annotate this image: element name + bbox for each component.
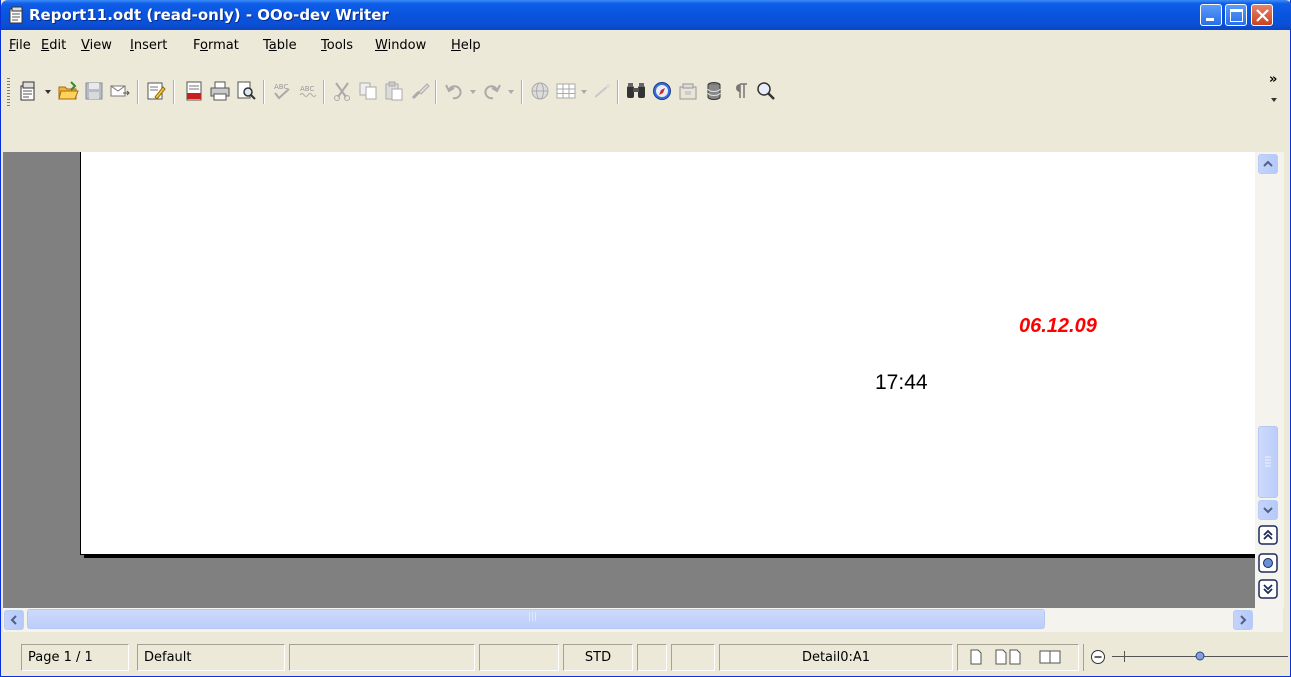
chevron-left-icon: [10, 615, 17, 625]
view-layout-group: [957, 644, 1079, 671]
draw-functions-icon[interactable]: [591, 80, 613, 102]
scroll-down-button[interactable]: [1258, 500, 1278, 520]
toolbar-overflow-arrow[interactable]: [1271, 98, 1277, 102]
single-page-view-icon[interactable]: [968, 649, 984, 665]
new-dropdown-arrow[interactable]: [45, 90, 51, 94]
status-page-style[interactable]: Default: [137, 644, 285, 671]
table-icon[interactable]: [555, 80, 577, 102]
data-sources-icon[interactable]: [703, 80, 725, 102]
status-page[interactable]: Page 1 / 1: [21, 644, 129, 671]
toolbar-separator: [263, 80, 265, 104]
toolbar-separator: [137, 80, 139, 104]
horizontal-scroll-thumb[interactable]: |||: [27, 609, 1045, 629]
chevron-down-icon: [1263, 507, 1273, 514]
writer-window: Report11.odt (read-only) - OOo-dev Write…: [0, 0, 1291, 677]
new-document-icon[interactable]: [17, 80, 39, 102]
vertical-scrollbar[interactable]: [1255, 152, 1284, 608]
page-preview-icon[interactable]: [235, 80, 257, 102]
cut-icon[interactable]: [331, 80, 353, 102]
maximize-button[interactable]: [1225, 4, 1247, 26]
gallery-icon[interactable]: [677, 80, 699, 102]
edit-file-icon[interactable]: [145, 80, 167, 102]
window-title: Report11.odt (read-only) - OOo-dev Write…: [29, 6, 389, 24]
next-page-button[interactable]: [1257, 578, 1279, 600]
multi-page-view-icon[interactable]: [994, 649, 1024, 665]
zoom-out-icon[interactable]: [1090, 649, 1106, 665]
scroll-left-button[interactable]: [4, 610, 24, 630]
chevron-up-icon: [1263, 160, 1273, 167]
print-icon[interactable]: [209, 80, 231, 102]
toolbar-separator: [435, 80, 437, 104]
zoom-slider-thumb[interactable]: [1194, 650, 1206, 662]
email-icon[interactable]: [109, 80, 131, 102]
find-replace-icon[interactable]: [625, 80, 647, 102]
standard-toolbar: ABC ABC »: [3, 60, 1290, 152]
save-icon[interactable]: [83, 80, 105, 102]
svg-text:ABC: ABC: [274, 83, 288, 91]
chevron-right-icon: [1240, 615, 1247, 625]
status-bar: Page 1 / 1 Default STD Detail0:A1: [3, 640, 1290, 676]
grip-icon: [1265, 456, 1271, 467]
horizontal-scrollbar[interactable]: |||: [3, 608, 1283, 632]
vertical-scroll-thumb[interactable]: [1258, 426, 1278, 498]
export-pdf-icon[interactable]: [183, 80, 205, 102]
scroll-grip: |||: [528, 612, 538, 622]
navigation-button[interactable]: [1257, 552, 1279, 574]
hyperlink-icon[interactable]: [529, 80, 551, 102]
zoom-slider-group: [1083, 644, 1288, 671]
toolbar-grip[interactable]: [7, 78, 10, 108]
toolbar-overflow-button[interactable]: »: [1269, 72, 1277, 87]
scroll-right-button[interactable]: [1233, 610, 1253, 630]
time-field: 17:44: [875, 371, 928, 394]
toolbar-separator: [521, 80, 523, 104]
status-modified[interactable]: [671, 644, 715, 671]
paste-icon[interactable]: [383, 80, 405, 102]
title-bar[interactable]: Report11.odt (read-only) - OOo-dev Write…: [1, 0, 1291, 30]
close-button[interactable]: [1251, 4, 1273, 26]
document-page[interactable]: 06.12.09 17:44: [80, 152, 1255, 555]
open-folder-icon[interactable]: [57, 80, 79, 102]
date-field: 06.12.09: [1019, 315, 1097, 337]
toolbar-separator: [323, 80, 325, 104]
formatting-marks-icon[interactable]: [729, 80, 751, 102]
clone-format-icon[interactable]: [409, 80, 431, 102]
navigator-icon[interactable]: [651, 80, 673, 102]
undo-icon[interactable]: [443, 80, 465, 102]
redo-dropdown-arrow[interactable]: [508, 90, 514, 94]
close-icon: [1256, 9, 1269, 22]
status-selection-mode[interactable]: STD: [563, 644, 633, 671]
book-view-icon[interactable]: [1038, 649, 1064, 665]
toolbar-separator: [617, 80, 619, 104]
document-area[interactable]: 06.12.09 17:44: [3, 152, 1255, 608]
status-hyperlink-mode[interactable]: [637, 644, 667, 671]
svg-text:ABC: ABC: [300, 85, 314, 93]
minimize-icon: [1206, 18, 1214, 21]
previous-page-button[interactable]: [1257, 524, 1279, 546]
table-dropdown-arrow[interactable]: [581, 90, 587, 94]
zoom-icon[interactable]: [755, 80, 777, 102]
toolbar-separator: [173, 80, 175, 104]
copy-icon[interactable]: [357, 80, 379, 102]
status-language[interactable]: [289, 644, 475, 671]
status-insert-mode[interactable]: [479, 644, 559, 671]
zoom-slider-mark: [1124, 651, 1125, 662]
autospellcheck-icon[interactable]: ABC: [297, 80, 319, 102]
scroll-up-button[interactable]: [1258, 154, 1278, 174]
minimize-button[interactable]: [1200, 4, 1222, 26]
status-cell: Detail0:A1: [719, 644, 953, 671]
spellcheck-icon[interactable]: ABC: [271, 80, 293, 102]
redo-icon[interactable]: [481, 80, 503, 102]
page-shadow: [84, 554, 1255, 558]
maximize-icon: [1230, 9, 1243, 22]
undo-dropdown-arrow[interactable]: [470, 90, 476, 94]
writer-app-icon[interactable]: [8, 6, 24, 24]
